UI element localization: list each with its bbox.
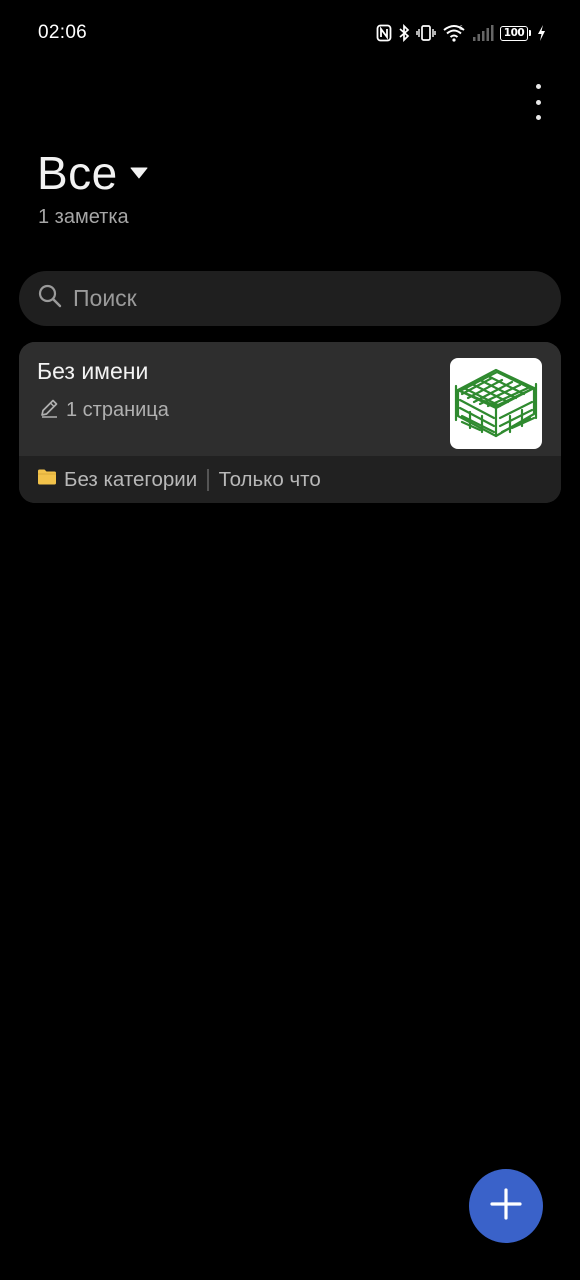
note-timestamp: Только что — [218, 467, 321, 491]
note-count: 1 заметка — [38, 206, 129, 228]
note-category: Без категории — [64, 467, 198, 491]
caret-down-icon — [130, 166, 148, 184]
search-icon — [37, 283, 63, 314]
charging-icon — [537, 25, 546, 41]
folder-icon — [37, 468, 57, 491]
note-pages: 1 страница — [38, 397, 169, 424]
nfc-icon — [376, 24, 392, 42]
more-options-button[interactable] — [526, 82, 550, 122]
more-vertical-icon — [535, 84, 541, 89]
vibrate-icon — [416, 24, 436, 42]
note-card[interactable]: Без имени 1 страница Без категории Тольк… — [19, 342, 561, 503]
note-thumbnail — [450, 358, 542, 449]
search-input[interactable]: Поиск — [73, 285, 137, 312]
status-bar: 02:06 6 100 — [0, 0, 580, 66]
search-bar[interactable]: Поиск — [19, 271, 561, 326]
signal-icon — [472, 24, 494, 42]
battery-level: 100 — [500, 25, 528, 41]
status-time: 02:06 — [38, 22, 88, 43]
note-card-footer: Без категории Только что — [19, 456, 561, 503]
svg-text:6: 6 — [459, 25, 463, 32]
folder-selector[interactable]: Все — [37, 146, 148, 200]
status-icons: 6 100 — [376, 20, 546, 46]
green-sketch-thumbnail — [454, 368, 538, 438]
battery-icon: 100 — [500, 25, 531, 41]
note-title: Без имени — [37, 358, 149, 384]
bluetooth-icon — [398, 24, 410, 42]
note-pages-label: 1 страница — [66, 399, 169, 421]
pen-icon — [38, 397, 60, 424]
wifi-icon: 6 — [442, 24, 466, 42]
page-title: Все — [37, 147, 118, 199]
plus-icon — [489, 1187, 523, 1226]
divider — [207, 468, 209, 491]
new-note-button[interactable] — [469, 1169, 543, 1243]
